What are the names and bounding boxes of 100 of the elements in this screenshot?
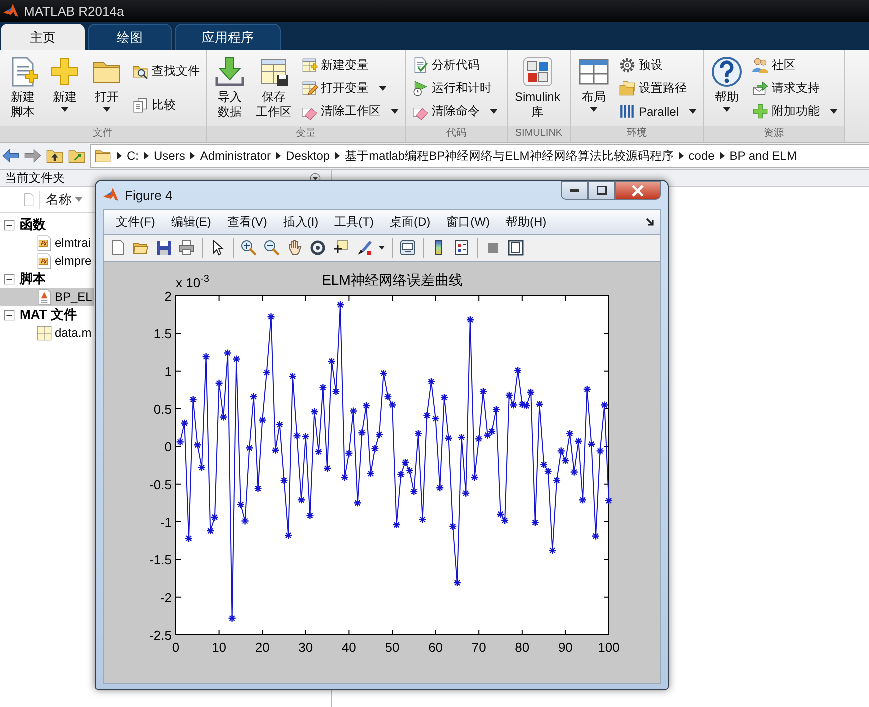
column-header[interactable]: 名称 — [39, 190, 83, 208]
menu-item[interactable]: 工具(T) — [326, 214, 382, 230]
toolstrip-button[interactable]: 比较 — [130, 94, 202, 117]
toolstrip-button[interactable]: Simulink 库 — [511, 54, 564, 126]
tree-group[interactable]: 脚本 — [0, 270, 48, 288]
toolstrip-button[interactable]: 保存 工作区 — [252, 54, 296, 126]
data-marker — [237, 501, 244, 508]
toolstrip-button[interactable]: 布局 — [574, 54, 614, 126]
toolstrip-button[interactable]: 新建变量 — [299, 54, 401, 76]
collapse-icon — [4, 274, 15, 284]
new-document-icon[interactable] — [110, 240, 126, 256]
data-file-icon — [36, 324, 53, 342]
toolstrip-button[interactable]: 分析代码 — [410, 54, 500, 76]
toolstrip-button[interactable]: 社区 — [750, 54, 840, 76]
data-marker — [207, 528, 214, 535]
plus-icon — [49, 56, 81, 88]
file-item[interactable]: BP_EL — [0, 288, 94, 306]
path-segment[interactable]: BP and ELM — [730, 149, 797, 163]
brush-icon[interactable] — [356, 240, 372, 256]
data-marker — [263, 369, 270, 376]
tick-label: 20 — [255, 640, 270, 655]
square-icon[interactable] — [485, 240, 501, 256]
toolstrip-button[interactable]: 查找文件 — [130, 60, 202, 82]
back-arrow-icon[interactable] — [2, 147, 20, 165]
data-marker — [363, 402, 370, 410]
toolstrip-button[interactable]: 设置路径 — [617, 78, 700, 100]
window-title: Figure 4 — [125, 188, 174, 202]
data-marker — [380, 370, 388, 378]
data-marker — [358, 430, 366, 437]
chevron-icon — [117, 152, 122, 160]
data-marker — [202, 354, 210, 361]
printer-icon[interactable] — [179, 240, 195, 256]
hand-icon[interactable] — [287, 240, 303, 256]
document-icon — [22, 192, 36, 206]
file-item[interactable]: elmpre — [0, 252, 94, 270]
ribbon-tab[interactable]: 主页 — [1, 24, 85, 50]
data-marker — [558, 448, 565, 455]
data-marker — [606, 497, 612, 504]
data-marker — [584, 386, 591, 393]
tick-label: 80 — [515, 640, 530, 655]
window-title: MATLAB R2014a — [24, 4, 124, 18]
path-segment[interactable]: Desktop — [286, 149, 330, 163]
menu-item[interactable]: 桌面(D) — [382, 214, 439, 230]
toolstrip-button[interactable]: 预设 — [617, 54, 700, 76]
section-label: 变量 — [207, 126, 405, 142]
tick-label: -1 — [160, 515, 172, 530]
tick-label: -0.5 — [150, 477, 172, 492]
toolstrip-button[interactable]: 附加功能 — [750, 100, 840, 122]
tree-group[interactable]: 函数 — [0, 216, 48, 234]
toolstrip-button[interactable]: 运行和计时 — [410, 78, 500, 100]
zoom-in-icon[interactable] — [241, 240, 257, 256]
maximize-button[interactable] — [588, 181, 615, 200]
frame-icon[interactable] — [508, 240, 524, 256]
menu-item[interactable]: 帮助(H) — [498, 214, 555, 230]
plus-icon — [752, 103, 770, 120]
toolstrip-button[interactable]: 导入 数据 — [210, 54, 250, 126]
path-segment[interactable]: 基于matlab编程BP神经网络与ELM神经网络算法比较源码程序 — [345, 148, 674, 164]
toolstrip-button[interactable]: 请求支持 — [750, 78, 840, 100]
zoom-out-icon[interactable] — [264, 240, 280, 256]
menu-item[interactable]: 插入(I) — [275, 214, 327, 230]
forward-arrow-icon[interactable] — [24, 147, 42, 165]
toolstrip-button[interactable]: Parallel — [617, 100, 700, 122]
menu-item[interactable]: 查看(V) — [219, 214, 276, 230]
toolstrip-button[interactable]: 清除工作区 — [299, 100, 401, 122]
data-marker — [198, 464, 206, 472]
minimize-button[interactable] — [561, 181, 588, 200]
toolstrip-button[interactable]: 打开变量 — [299, 78, 401, 100]
toolstrip-button[interactable]: 新建 脚本 — [3, 54, 43, 126]
menu-item[interactable]: 编辑(E) — [163, 214, 220, 230]
file-item[interactable]: data.m — [0, 324, 94, 342]
menu-item[interactable]: 文件(F) — [108, 214, 164, 230]
menu-item[interactable]: 窗口(W) — [438, 214, 498, 230]
path-segment[interactable]: Administrator — [200, 149, 272, 163]
toolstrip-button[interactable]: 帮助 — [707, 54, 748, 126]
help-icon — [711, 56, 744, 88]
tick-label: 1.5 — [154, 326, 172, 342]
path-segment[interactable]: C: — [127, 149, 139, 163]
data-marker — [194, 442, 202, 449]
legend-icon[interactable] — [454, 240, 470, 256]
toolstrip-button[interactable]: 打开 — [87, 54, 127, 126]
data-marker — [562, 457, 570, 464]
path-segment[interactable]: Users — [154, 149, 186, 163]
grid-pencil-icon — [301, 80, 318, 97]
toolstrip-button[interactable]: 清除命令 — [410, 100, 500, 122]
save-icon[interactable] — [156, 240, 172, 256]
data-marker — [350, 408, 358, 415]
data-marker — [268, 314, 275, 321]
data-marker — [428, 378, 435, 386]
data-marker — [367, 470, 374, 478]
data-marker — [289, 373, 296, 380]
close-button[interactable] — [615, 181, 661, 200]
ribbon-tab[interactable]: 绘图 — [88, 24, 172, 50]
path-segment[interactable]: code — [688, 149, 715, 163]
ribbon-tab[interactable]: 应用程序 — [175, 24, 281, 50]
chevron-icon — [276, 152, 282, 160]
tree-group[interactable]: MAT 文件 — [0, 306, 79, 324]
address-bar[interactable]: C: Users Administrator Desktop 基于matlab编程BP神经网络与ELM神经网络算法比较源码程序 code BP and ELM — [90, 144, 869, 168]
file-item[interactable]: elmtrai — [0, 234, 94, 252]
dock-arrow-icon[interactable] — [646, 217, 656, 227]
toolstrip-button[interactable]: 新建 — [45, 54, 85, 126]
